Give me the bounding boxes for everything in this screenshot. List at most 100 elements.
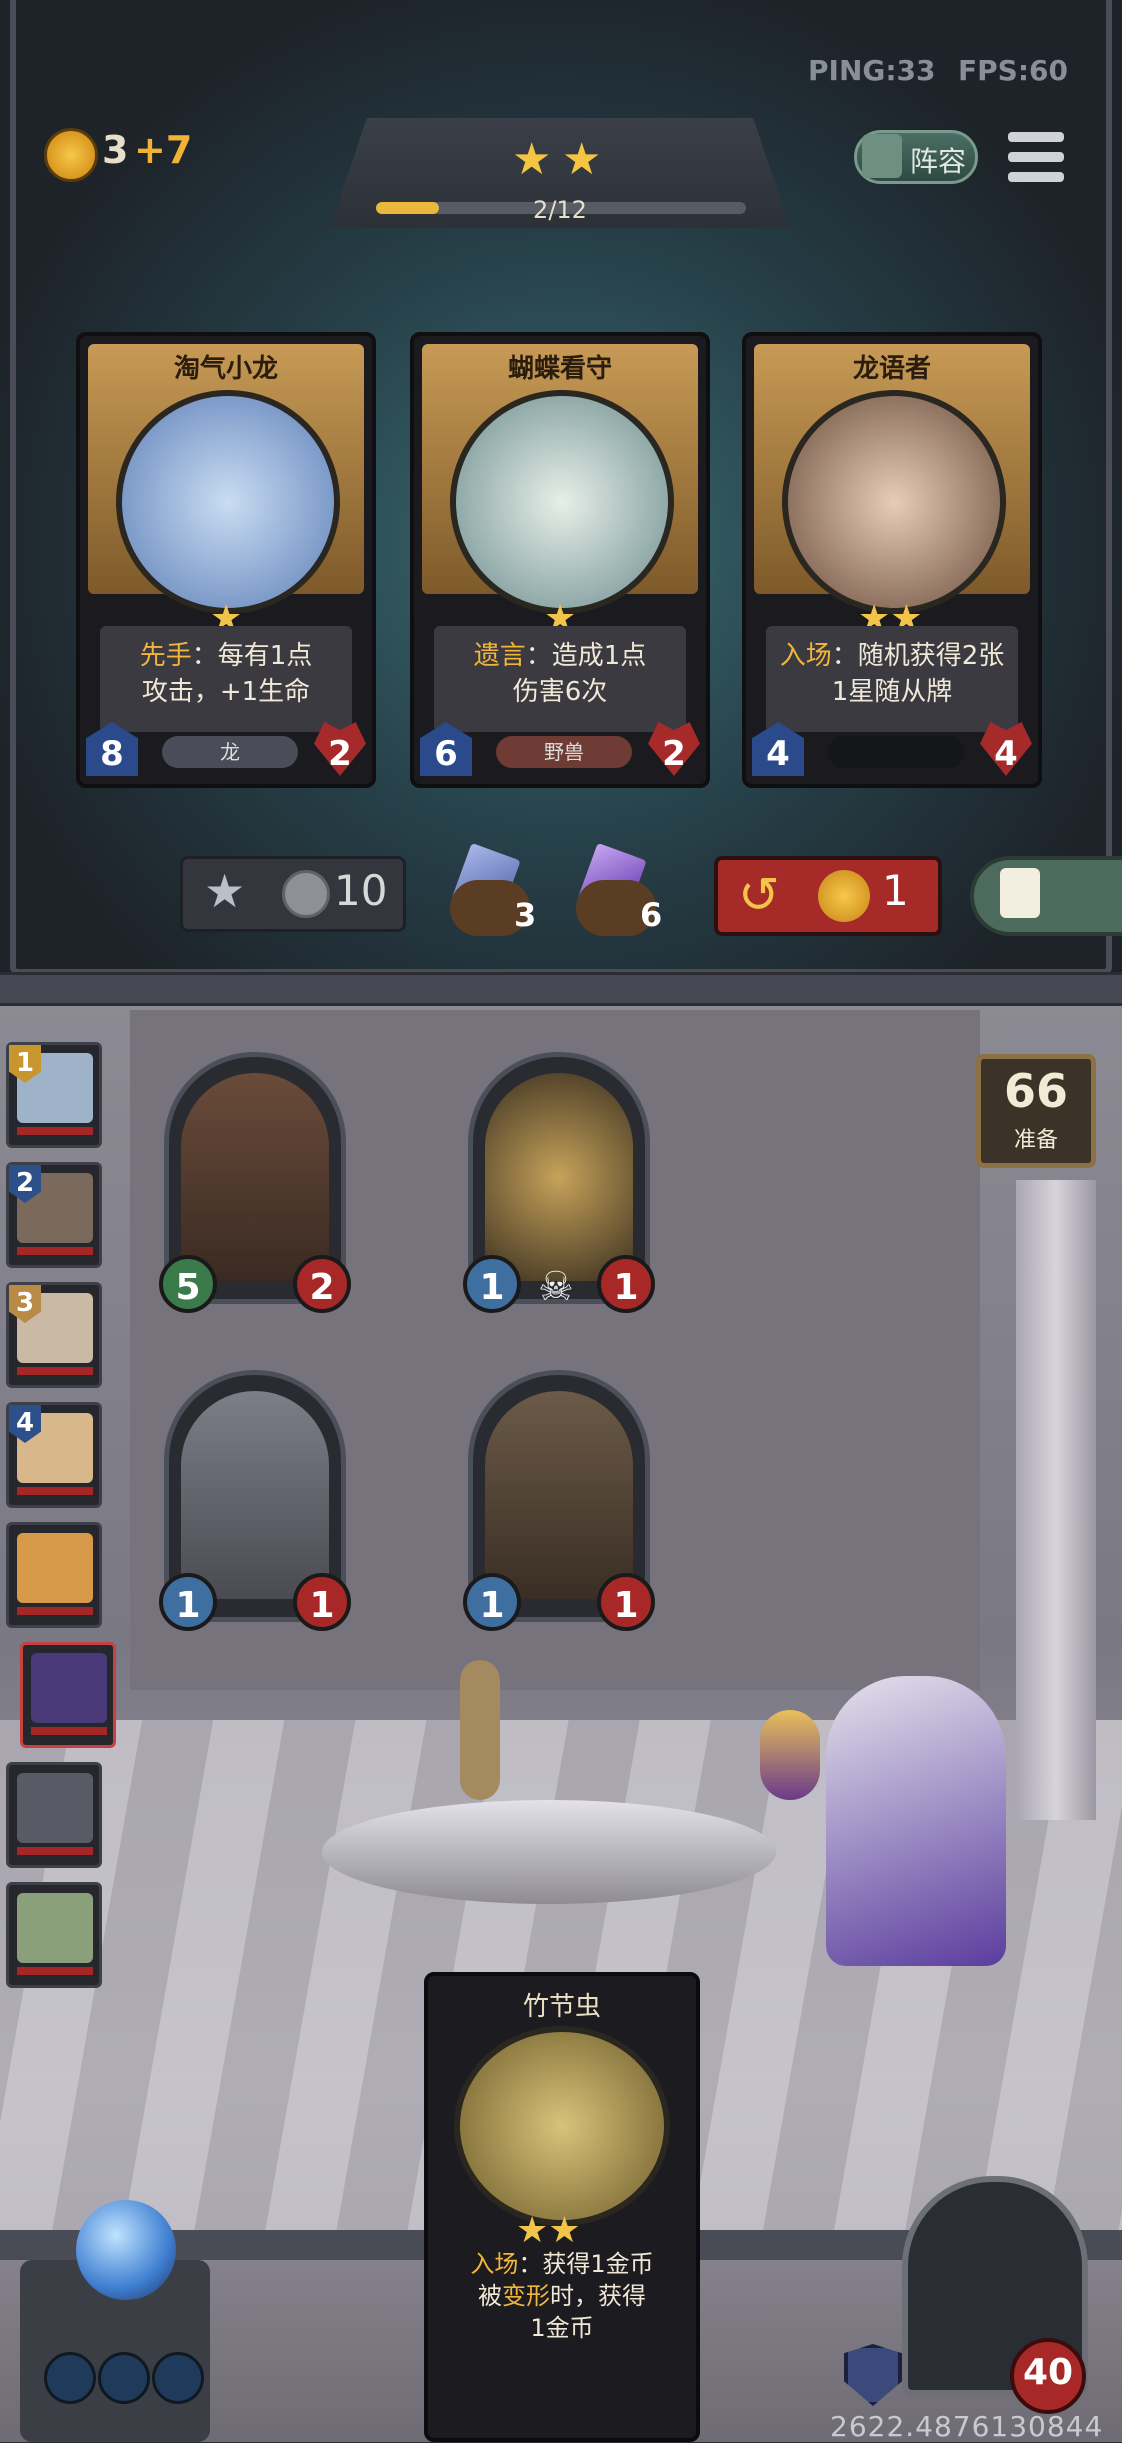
orb-slot-icon xyxy=(44,2352,96,2404)
player-entry-self[interactable] xyxy=(20,1642,116,1748)
avatar xyxy=(17,1773,93,1843)
menu-icon xyxy=(1008,152,1064,162)
card-health: 2 xyxy=(662,734,686,774)
minion-attack: 1 xyxy=(463,1255,521,1313)
player-health-bar xyxy=(17,1127,93,1135)
card-health: 2 xyxy=(328,734,352,774)
player-entry[interactable] xyxy=(6,1882,102,1988)
player-health-bar xyxy=(17,1847,93,1855)
pet-companion xyxy=(760,1710,820,1800)
board-minion[interactable]: 5 2 xyxy=(159,1052,351,1313)
stick-insect-portrait xyxy=(454,2026,670,2226)
tribe-badge: 龙 xyxy=(162,736,298,768)
star-icon: ★★ xyxy=(516,2210,581,2251)
silver-coin-icon xyxy=(282,870,330,918)
refresh-icon: ↺ xyxy=(738,866,780,924)
ping-readout: PING:33 xyxy=(808,54,936,87)
shop-card[interactable]: 蝴蝶看守 ★ 遗言：造成1点 伤害6次 6 野兽 2 xyxy=(410,332,710,788)
coordinate-readout: 2622.4876130844 xyxy=(830,2410,1104,2443)
menu-button[interactable] xyxy=(1008,132,1064,182)
hero-health: 40 xyxy=(1022,2352,1074,2393)
player-entry[interactable]: 2 xyxy=(6,1162,102,1268)
minion-health: 1 xyxy=(293,1573,351,1631)
skull-icon: ☠ xyxy=(538,1264,574,1310)
orb-slot-icon xyxy=(152,2352,204,2404)
menu-icon xyxy=(1008,172,1064,182)
dancer-statue xyxy=(460,1660,500,1800)
coin-bonus: +7 xyxy=(134,128,193,172)
card-name: 蝴蝶看守 xyxy=(507,354,612,384)
timer-label: 准备 xyxy=(1013,1128,1058,1153)
crystal-ball-icon[interactable] xyxy=(76,2200,176,2300)
gold-coin-icon xyxy=(818,870,870,922)
menu-icon xyxy=(1008,132,1064,142)
dragonspeaker-portrait xyxy=(782,390,1006,614)
player-entry[interactable] xyxy=(6,1522,102,1628)
card-description: 入场：随机获得2张 1星随从牌 xyxy=(779,641,1005,707)
player-health-bar xyxy=(31,1727,107,1735)
minion-attack: 1 xyxy=(159,1573,217,1631)
butterfly-portrait xyxy=(450,390,674,614)
minion-attack: 5 xyxy=(159,1255,217,1313)
card-attack: 6 xyxy=(434,734,458,774)
ogre-portrait xyxy=(181,1073,329,1281)
hand-card-description: 入场：获得1金币 被变形时，获得 1金币 xyxy=(470,2250,654,2342)
fps-readout: FPS:60 xyxy=(958,54,1068,87)
hero-character xyxy=(826,1676,1006,1966)
lock-icon xyxy=(1000,868,1040,918)
tier-star-icon: ★ xyxy=(562,134,602,185)
tribe-badge: 野兽 xyxy=(496,736,632,768)
divider-bar xyxy=(0,972,1122,1006)
timer-value: 66 xyxy=(1003,1064,1068,1118)
spearman-portrait xyxy=(485,1391,633,1599)
player-health-bar xyxy=(17,1607,93,1615)
card-health: 4 xyxy=(994,734,1018,774)
tier-star-icon: ★ xyxy=(512,134,552,185)
minion-health: 1 xyxy=(597,1255,655,1313)
player-health-bar xyxy=(17,1247,93,1255)
avatar xyxy=(17,1893,93,1963)
card-description: 先手：每有1点 攻击，+1生命 xyxy=(139,641,313,707)
board-minion[interactable]: 1 1 xyxy=(159,1370,351,1631)
hand-card-name: 竹节虫 xyxy=(522,1992,601,2022)
minion-attack: 1 xyxy=(463,1573,521,1631)
card-name: 淘气小龙 xyxy=(173,354,278,384)
tier-progress-text: 2/12 xyxy=(533,196,587,224)
minion-health: 2 xyxy=(293,1255,351,1313)
lock-shop-button[interactable] xyxy=(970,856,1122,936)
shop-card[interactable]: 淘气小龙 ★ 先手：每有1点 攻击，+1生命 8 龙 2 xyxy=(76,332,376,788)
knight-portrait xyxy=(181,1391,329,1599)
player-health-bar xyxy=(17,1967,93,1975)
player-health-bar xyxy=(17,1367,93,1375)
pillar xyxy=(1016,1180,1096,1820)
avatar xyxy=(31,1653,107,1723)
lineup-label: 阵容 xyxy=(910,145,967,178)
book-icon xyxy=(862,134,902,178)
blue-gem-count: 3 xyxy=(514,896,537,934)
refresh-cost: 1 xyxy=(882,866,909,915)
card-attack: 4 xyxy=(766,734,790,774)
minion-health: 1 xyxy=(597,1573,655,1631)
player-entry[interactable] xyxy=(6,1762,102,1868)
egg-portrait xyxy=(485,1073,633,1281)
dragon-portrait xyxy=(116,390,340,614)
card-attack: 8 xyxy=(100,734,124,774)
tier-progress-fill xyxy=(376,202,439,214)
player-entry[interactable]: 4 xyxy=(6,1402,102,1508)
player-entry[interactable]: 3 xyxy=(6,1282,102,1388)
board-minion[interactable]: 1 1 xyxy=(463,1370,655,1631)
player-health-bar xyxy=(17,1487,93,1495)
coin-count: 3 xyxy=(102,128,129,172)
shop-card[interactable]: 龙语者 ★★ 入场：随机获得2张 1星随从牌 4 4 xyxy=(742,332,1042,788)
orb-slot-icon xyxy=(98,2352,150,2404)
upgrade-star-icon: ★ xyxy=(204,864,246,918)
player-entry[interactable]: 1 xyxy=(6,1042,102,1148)
card-name: 龙语者 xyxy=(852,354,931,384)
music-box-stage xyxy=(322,1800,776,1904)
upgrade-cost: 10 xyxy=(334,866,388,915)
gold-coin-icon xyxy=(44,128,98,182)
avatar xyxy=(17,1533,93,1603)
card-description: 遗言：造成1点 伤害6次 xyxy=(473,641,647,707)
purple-gem-count: 6 xyxy=(640,896,663,934)
tribe-badge xyxy=(828,736,964,768)
